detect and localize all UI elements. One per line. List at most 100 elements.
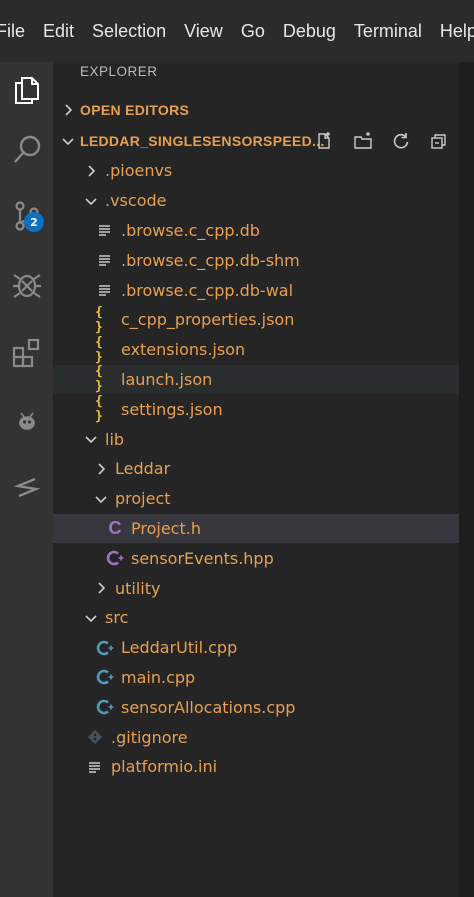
git-icon [85, 727, 105, 747]
tree-item-label: c_cpp_properties.json [121, 310, 295, 330]
explorer-sidebar: EXPLORER OPEN EDITORS LEDDAR_SINGLESENSO… [53, 62, 459, 897]
new-folder-icon [354, 132, 372, 149]
tree-item-label: lib [105, 429, 125, 449]
tree-item-label: sensorEvents.hpp [131, 548, 274, 568]
refresh-icon [393, 133, 409, 149]
chevron-down-icon [95, 496, 107, 503]
tree-item-label: project [115, 489, 171, 509]
explorer-activity[interactable] [0, 62, 53, 118]
menu-help[interactable]: Help [440, 21, 474, 42]
platformio-icon [18, 412, 35, 430]
tree-item-lib[interactable]: lib [53, 424, 459, 454]
tree-item-project[interactable]: project [53, 484, 459, 514]
tree-item-src[interactable]: src [53, 603, 459, 633]
cpp-file-icon [105, 548, 125, 568]
menu-terminal[interactable]: Terminal [354, 21, 422, 42]
tree-item-vscode[interactable]: .vscode [53, 186, 459, 216]
tree-item-label: .browse.c_cpp.db-wal [121, 280, 294, 300]
menu-edit[interactable]: Edit [43, 21, 74, 42]
tree-item-label: launch.json [121, 369, 213, 389]
search-icon [13, 135, 40, 163]
cpp-glyph [96, 700, 114, 715]
menu-view[interactable]: View [184, 21, 223, 42]
sidebar-title: EXPLORER [80, 64, 158, 79]
tree-item-label: sensorAllocations.cpp [121, 697, 296, 717]
tree-item-label: .pioenvs [105, 161, 173, 181]
cpp-glyph [96, 670, 114, 685]
menu-debug[interactable]: Debug [283, 21, 336, 42]
tree-item-settings-json[interactable]: { } settings.json [53, 394, 459, 424]
lines-glyph [89, 762, 100, 773]
tree-item-pioenvs[interactable]: .pioenvs [53, 156, 459, 186]
open-editors-label: OPEN EDITORS [80, 102, 190, 118]
workspace-label: LEDDAR_SINGLESENSORSPEED... [80, 133, 325, 149]
tree-item-utility[interactable]: utility [53, 573, 459, 603]
extensions-activity[interactable] [0, 324, 53, 380]
tree-item-browse-c-cpp-db-shm[interactable]: .browse.c_cpp.db-shm [53, 245, 459, 275]
git-glyph [87, 730, 103, 745]
tree-item-main-cpp[interactable]: main.cpp [53, 663, 459, 693]
new-file-button[interactable] [309, 126, 339, 156]
tree-item-c-cpp-properties-json[interactable]: { } c_cpp_properties.json [53, 305, 459, 335]
text-file-icon [95, 220, 115, 240]
json-brace-glyph: { } [95, 334, 103, 365]
json-brace-glyph: { } [95, 304, 103, 335]
json-icon: { } [95, 305, 115, 335]
cpp-file-icon [95, 667, 115, 687]
open-editors-section[interactable]: OPEN EDITORS [53, 95, 459, 125]
tree-item-browse-c-cpp-db[interactable]: .browse.c_cpp.db [53, 216, 459, 246]
tree-item-launch-json[interactable]: { } launch.json [53, 364, 459, 394]
source-control-activity[interactable]: 2 [0, 188, 53, 244]
chevron-down-icon [85, 436, 97, 444]
chevron-right-icon [98, 582, 106, 594]
menu-file[interactable]: File [0, 21, 25, 42]
lines-glyph [99, 225, 110, 237]
tree-item-label: LeddarUtil.cpp [121, 638, 238, 658]
activity-bar: 2 [0, 62, 53, 897]
tree-item-extensions-json[interactable]: { } extensions.json [53, 335, 459, 365]
json-icon: { } [95, 335, 115, 365]
workspace-section[interactable]: LEDDAR_SINGLESENSORSPEED... [53, 126, 459, 156]
tree-item-project-h[interactable]: C Project.h [53, 513, 459, 544]
debug-activity[interactable] [0, 256, 53, 312]
collapse-all-button[interactable] [424, 126, 454, 156]
remote-activity[interactable] [0, 458, 53, 514]
extensions-icon [12, 338, 39, 368]
search-activity[interactable] [0, 122, 53, 178]
editor-area [459, 62, 474, 897]
chevron-right-icon [65, 104, 73, 116]
menu-go[interactable]: Go [241, 21, 265, 42]
tree-item-label: platformio.ini [111, 757, 218, 777]
chevron-down-icon [85, 615, 97, 623]
chevron-right-icon [98, 463, 106, 475]
text-file-icon [85, 757, 105, 777]
tree-item-label: Project.h [131, 518, 201, 538]
lines-glyph [99, 285, 110, 296]
cpp-glyph [96, 640, 114, 655]
tree-item-sensorallocations-cpp[interactable]: sensorAllocations.cpp [53, 692, 459, 722]
collapse-all-icon [431, 134, 446, 149]
chevron-right-icon [88, 165, 96, 177]
tree-item-sensorevents-hpp[interactable]: sensorEvents.hpp [53, 543, 459, 573]
tree-item-platformio-ini[interactable]: platformio.ini [53, 752, 459, 782]
c-file-icon: C [105, 518, 125, 538]
tree-item-gitignore[interactable]: .gitignore [53, 722, 459, 752]
tree-item-label: extensions.json [121, 340, 246, 360]
tree-item-label: .vscode [105, 191, 167, 211]
new-folder-button[interactable] [348, 126, 378, 156]
scm-badge: 2 [24, 212, 44, 232]
tree-item-leddarutil-cpp[interactable]: LeddarUtil.cpp [53, 633, 459, 663]
refresh-button[interactable] [386, 126, 416, 156]
lines-glyph [99, 255, 110, 266]
remote-icon [13, 477, 40, 498]
menu-bar: File Edit Selection View Go Debug Termin… [0, 0, 474, 62]
tree-item-leddar[interactable]: Leddar [53, 454, 459, 484]
chevron-down-icon [62, 138, 74, 146]
tree-item-browse-c-cpp-db-wal[interactable]: .browse.c_cpp.db-wal [53, 275, 459, 305]
platformio-activity[interactable] [0, 392, 53, 448]
text-file-icon [95, 250, 115, 270]
debug-icon [12, 274, 41, 298]
files-icon [14, 77, 39, 104]
menu-selection[interactable]: Selection [92, 21, 166, 42]
text-file-icon [95, 280, 115, 300]
